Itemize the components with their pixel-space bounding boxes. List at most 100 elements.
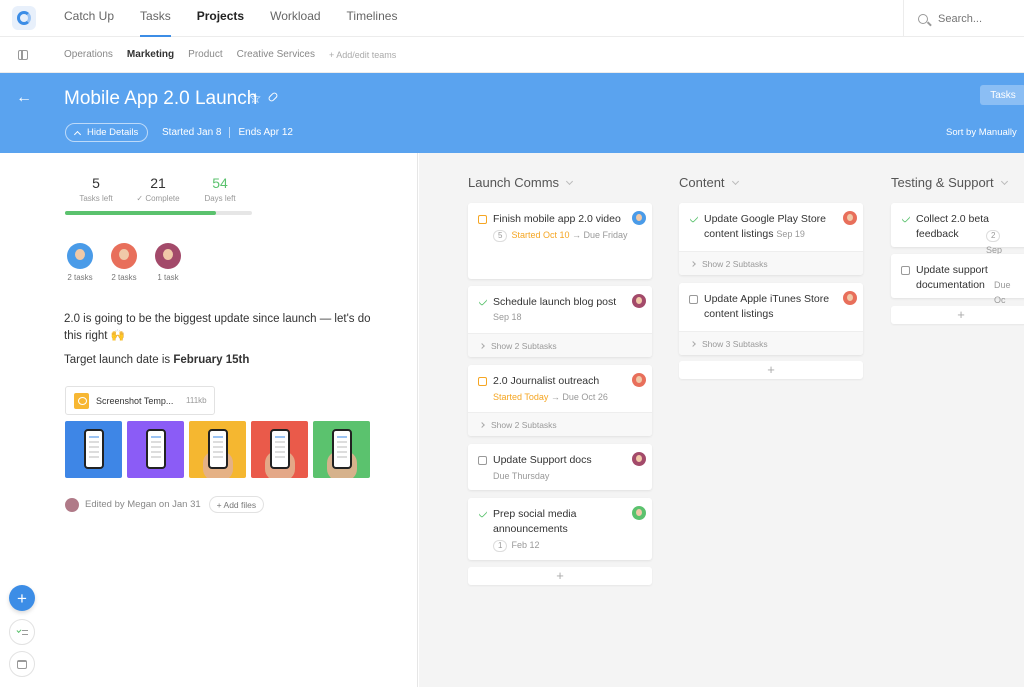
task-card[interactable]: Update support documentation Due Oc (891, 254, 1024, 305)
image-thumbnail[interactable] (65, 421, 122, 478)
show-subtasks-toggle[interactable]: Show 2 Subtasks (468, 412, 652, 436)
subtasks-label: Show 2 Subtasks (491, 340, 557, 351)
phone-image (84, 429, 104, 469)
task-card[interactable]: 2.0 Journalist outreach Started Today → … (468, 365, 652, 436)
image-thumbnail[interactable] (127, 421, 184, 478)
assignee-avatar[interactable] (843, 291, 857, 305)
task-card[interactable]: Collect 2.0 beta feedback 2Sep 16 (891, 203, 1024, 270)
project-dates: Started Jan 8 Ends Apr 12 (162, 127, 293, 138)
subtasks-label: Show 2 Subtasks (702, 258, 768, 269)
sort-control[interactable]: Sort by Manually (946, 127, 1017, 138)
start-date: Started Jan 8 (162, 127, 222, 138)
chevron-right-icon (479, 342, 485, 349)
search-input[interactable] (938, 12, 1008, 25)
column-title: Launch Comms (468, 175, 560, 190)
target-prefix: Target launch date is (64, 354, 174, 366)
task-title: Update Google Play Store content listing… (704, 213, 826, 240)
app-logo[interactable] (12, 6, 36, 30)
task-checkbox[interactable] (478, 377, 487, 386)
task-checkbox[interactable] (478, 296, 488, 307)
assignee[interactable]: 2 tasks (65, 243, 95, 282)
task-checkbox[interactable] (901, 213, 911, 224)
team-operations[interactable]: Operations (64, 49, 113, 60)
calendar-button[interactable] (9, 651, 35, 677)
assignee-avatar[interactable] (632, 373, 646, 387)
task-card[interactable]: Update Support docs Due Thursday (468, 444, 652, 490)
link-icon[interactable] (267, 91, 279, 103)
tasks-view-button[interactable]: Tasks (980, 85, 1024, 105)
stat-days-left: 54 Days left (189, 175, 251, 203)
add-files-button[interactable]: + Add files (208, 496, 265, 513)
task-checkbox[interactable] (689, 295, 698, 304)
task-checkbox[interactable] (689, 213, 699, 224)
sidebar-toggle-icon[interactable] (18, 49, 28, 60)
project-details-panel: 5 Tasks left 21 ✓ Complete 54 Days left … (0, 153, 418, 687)
assignee-task-count: 1 task (157, 273, 179, 282)
column-header[interactable]: Testing & Support (891, 175, 1008, 190)
my-tasks-button[interactable] (9, 619, 35, 645)
assignee[interactable]: 2 tasks (109, 243, 139, 282)
task-card[interactable]: Schedule launch blog post Sep 18 Show 2 … (468, 286, 652, 357)
image-thumbnail[interactable] (251, 421, 308, 478)
image-thumbnail[interactable] (189, 421, 246, 478)
add-card-button[interactable]: + (679, 361, 863, 379)
task-checkbox[interactable] (478, 215, 487, 224)
subtask-count-badge: 2 (986, 230, 1001, 242)
image-thumbnail[interactable] (313, 421, 370, 478)
attachment-size: 111kb (186, 396, 207, 405)
phone-image (146, 429, 166, 469)
show-subtasks-toggle[interactable]: Show 2 Subtasks (468, 333, 652, 357)
editor-avatar (65, 497, 79, 512)
search-box[interactable] (903, 0, 1024, 37)
phone-image (270, 429, 290, 469)
assignee-avatar[interactable] (632, 452, 646, 466)
assignee-avatar[interactable] (632, 506, 646, 520)
add-card-button[interactable]: + (891, 306, 1024, 324)
chevron-right-icon (479, 421, 485, 428)
nav-projects[interactable]: Projects (197, 0, 244, 37)
star-icon[interactable]: ☆ (249, 90, 262, 107)
team-creative-services[interactable]: Creative Services (237, 49, 315, 60)
assignee-avatar[interactable] (632, 294, 646, 308)
task-checkbox[interactable] (478, 508, 488, 519)
task-title: Update Apple iTunes Store content listin… (704, 293, 830, 320)
task-card[interactable]: Prep social media announcements 1 Feb 12 (468, 498, 652, 560)
nav-tasks[interactable]: Tasks (140, 0, 171, 37)
show-subtasks-toggle[interactable]: Show 2 Subtasks (679, 251, 863, 275)
column-header[interactable]: Content (679, 175, 739, 190)
nav-catch-up[interactable]: Catch Up (64, 0, 114, 37)
project-title[interactable]: Mobile App 2.0 Launch (64, 88, 257, 110)
task-card[interactable]: Finish mobile app 2.0 video 5 Started Oct… (468, 203, 652, 279)
task-checkbox[interactable] (901, 266, 910, 275)
nav-timelines[interactable]: Timelines (347, 0, 398, 37)
column-header[interactable]: Launch Comms (468, 175, 574, 190)
team-marketing[interactable]: Marketing (127, 49, 174, 60)
team-product[interactable]: Product (188, 49, 222, 60)
assignee-avatar[interactable] (843, 211, 857, 225)
assignee[interactable]: 1 task (153, 243, 183, 282)
hide-details-button[interactable]: Hide Details (65, 123, 149, 142)
project-description[interactable]: 2.0 is going to be the biggest update si… (64, 311, 374, 345)
stat-value: 21 (150, 175, 166, 191)
edited-by-text: Edited by Megan on Jan 31 (85, 499, 201, 510)
task-date: Feb 12 (511, 540, 540, 550)
logo-icon (17, 11, 31, 25)
task-checkbox[interactable] (478, 456, 487, 465)
back-arrow-icon[interactable]: ← (16, 89, 32, 107)
assignee-avatar[interactable] (632, 211, 646, 225)
task-date: Sep 19 (776, 229, 805, 239)
task-card[interactable]: Update Google Play Store content listing… (679, 203, 863, 275)
nav-workload[interactable]: Workload (270, 0, 320, 37)
add-button[interactable]: + (9, 585, 35, 611)
stat-label: ✓ Complete (136, 194, 180, 203)
task-due: → Due Oct 26 (550, 392, 608, 402)
phone-image (208, 429, 228, 469)
add-card-button[interactable]: + (468, 567, 652, 585)
sketch-file-icon (74, 392, 89, 409)
add-edit-teams-link[interactable]: + Add/edit teams (329, 50, 396, 60)
stat-label: Tasks left (79, 194, 113, 203)
task-card[interactable]: Update Apple iTunes Store content listin… (679, 283, 863, 355)
show-subtasks-toggle[interactable]: Show 3 Subtasks (679, 331, 863, 355)
attachment-file[interactable]: Screenshot Temp... 111kb (65, 386, 215, 415)
chevron-down-icon (566, 177, 574, 185)
